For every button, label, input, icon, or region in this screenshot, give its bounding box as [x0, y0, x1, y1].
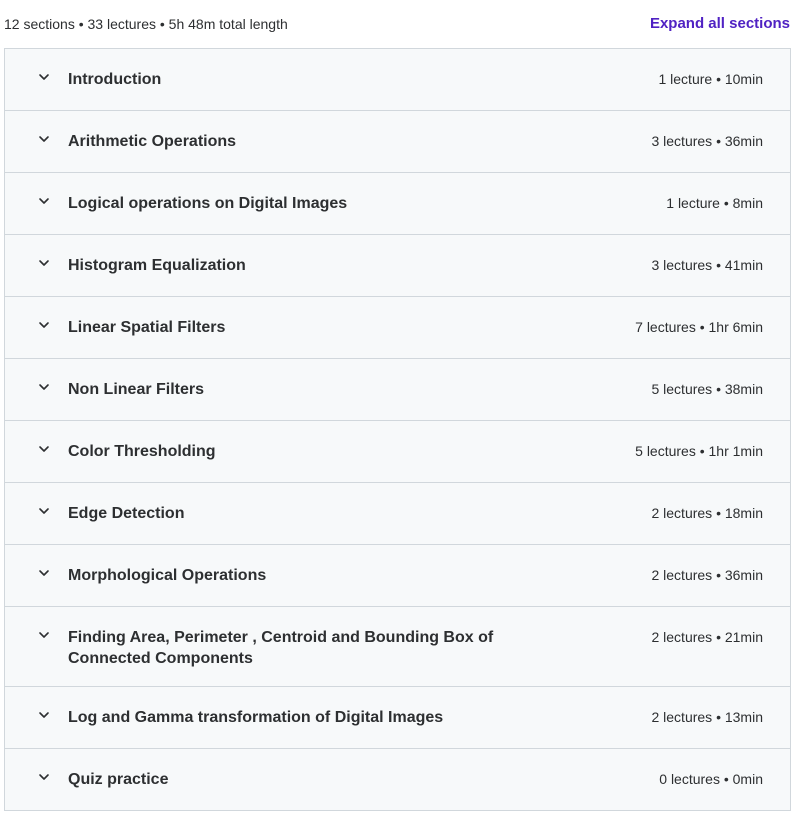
curriculum-section-list: Introduction 1 lecture • 10min Arithmeti…: [4, 48, 791, 811]
section-row[interactable]: Introduction 1 lecture • 10min: [5, 49, 790, 111]
section-title: Linear Spatial Filters: [68, 319, 226, 336]
chevron-down-icon: [38, 195, 50, 207]
section-meta: 2 lectures • 18min: [651, 505, 763, 521]
chevron-down-icon: [38, 505, 50, 517]
section-title: Edge Detection: [68, 505, 185, 522]
chevron-down-icon: [38, 71, 50, 83]
section-row[interactable]: Histogram Equalization 3 lectures • 41mi…: [5, 235, 790, 297]
section-row[interactable]: Edge Detection 2 lectures • 18min: [5, 483, 790, 545]
chevron-down-icon: [38, 381, 50, 393]
section-title: Color Thresholding: [68, 443, 216, 460]
chevron-down-icon: [38, 443, 50, 455]
chevron-down-icon: [38, 257, 50, 269]
section-meta: 5 lectures • 38min: [651, 381, 763, 397]
chevron-down-icon: [38, 629, 50, 641]
section-meta: 0 lectures • 0min: [659, 771, 763, 787]
section-row[interactable]: Quiz practice 0 lectures • 0min: [5, 749, 790, 811]
section-row[interactable]: Arithmetic Operations 3 lectures • 36min: [5, 111, 790, 173]
chevron-down-icon: [38, 133, 50, 145]
chevron-down-icon: [38, 709, 50, 721]
section-title: Non Linear Filters: [68, 381, 205, 398]
section-meta: 5 lectures • 1hr 1min: [635, 443, 763, 459]
section-row[interactable]: Morphological Operations 2 lectures • 36…: [5, 545, 790, 607]
section-meta: 1 lecture • 10min: [658, 71, 763, 87]
curriculum-summary-bar: 12 sections • 33 lectures • 5h 48m total…: [0, 0, 796, 48]
chevron-down-icon: [38, 771, 50, 783]
section-row[interactable]: Finding Area, Perimeter , Centroid and B…: [5, 607, 790, 687]
chevron-down-icon: [38, 319, 50, 331]
section-title: Finding Area, Perimeter , Centroid and B…: [68, 629, 494, 667]
section-meta: 2 lectures • 21min: [651, 629, 763, 645]
section-title: Histogram Equalization: [68, 257, 246, 274]
section-title: Quiz practice: [68, 771, 169, 788]
section-row[interactable]: Logical operations on Digital Images 1 l…: [5, 173, 790, 235]
section-row[interactable]: Log and Gamma transformation of Digital …: [5, 687, 790, 749]
section-row[interactable]: Linear Spatial Filters 7 lectures • 1hr …: [5, 297, 790, 359]
section-row[interactable]: Color Thresholding 5 lectures • 1hr 1min: [5, 421, 790, 483]
chevron-down-icon: [38, 567, 50, 579]
section-meta: 7 lectures • 1hr 6min: [635, 319, 763, 335]
section-meta: 1 lecture • 8min: [666, 195, 763, 211]
section-title: Morphological Operations: [68, 567, 267, 584]
section-meta: 3 lectures • 36min: [651, 133, 763, 149]
section-title: Introduction: [68, 71, 162, 88]
section-meta: 2 lectures • 13min: [651, 709, 763, 725]
section-meta: 2 lectures • 36min: [651, 567, 763, 583]
curriculum-summary: 12 sections • 33 lectures • 5h 48m total…: [4, 16, 288, 32]
section-meta: 3 lectures • 41min: [651, 257, 763, 273]
section-title: Arithmetic Operations: [68, 133, 237, 150]
section-title: Log and Gamma transformation of Digital …: [68, 709, 444, 726]
section-title: Logical operations on Digital Images: [68, 195, 348, 212]
expand-all-sections-button[interactable]: Expand all sections: [650, 15, 790, 32]
section-row[interactable]: Non Linear Filters 5 lectures • 38min: [5, 359, 790, 421]
